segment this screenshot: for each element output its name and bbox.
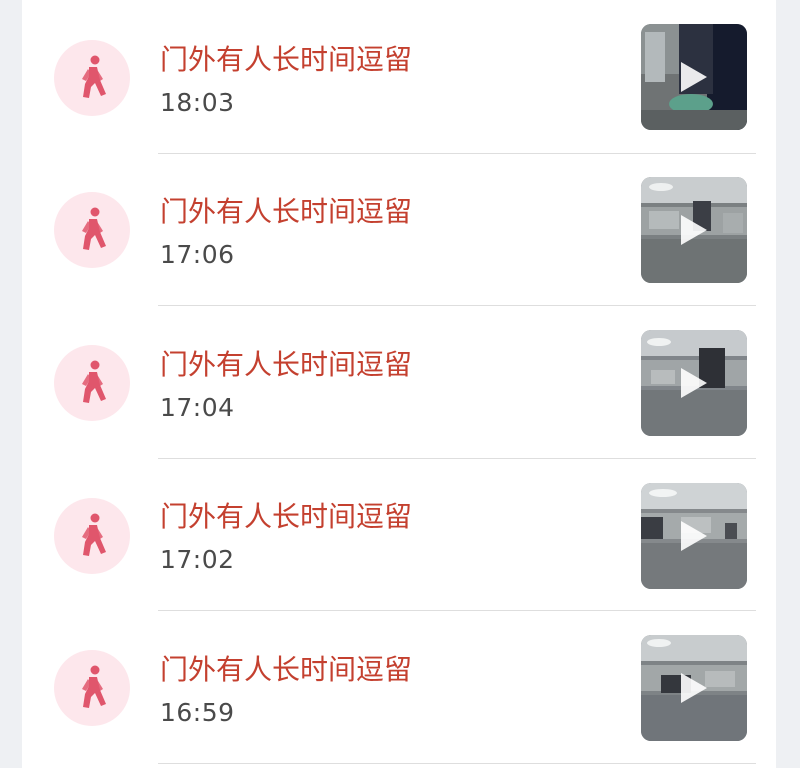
event-type-avatar [54,40,130,116]
walking-person-icon [82,665,106,708]
video-thumbnail[interactable] [641,635,747,741]
event-type-avatar [54,345,130,421]
event-type-avatar [54,192,130,268]
event-item[interactable]: 门外有人长时间逗留 16:59 [22,610,776,764]
video-thumbnail[interactable] [641,330,747,436]
event-title: 门外有人长时间逗留 [160,500,413,533]
event-title: 门外有人长时间逗留 [160,43,413,76]
event-type-avatar [54,498,130,574]
video-thumbnail[interactable] [641,177,747,283]
event-time: 17:02 [160,545,235,574]
walking-person-icon [82,207,106,250]
event-list: 门外有人长时间逗留 18:03 门外有人长时间逗留 17:06 门外有人长时间逗… [22,0,776,768]
event-time: 17:04 [160,393,235,422]
walking-person-icon [82,360,106,403]
play-icon [681,62,707,92]
event-time: 16:59 [160,698,235,727]
event-item[interactable]: 门外有人长时间逗留 18:03 [22,0,776,154]
play-icon [681,215,707,245]
video-thumbnail[interactable] [641,483,747,589]
event-title: 门外有人长时间逗留 [160,195,413,228]
event-title: 门外有人长时间逗留 [160,653,413,686]
event-item[interactable]: 门外有人长时间逗留 17:02 [22,457,776,611]
event-type-avatar [54,650,130,726]
divider [158,763,756,764]
video-thumbnail[interactable] [641,24,747,130]
walking-person-icon [82,55,106,98]
event-time: 18:03 [160,88,235,117]
event-item[interactable]: 门外有人长时间逗留 17:06 [22,152,776,306]
play-icon [681,521,707,551]
play-icon [681,673,707,703]
play-icon [681,368,707,398]
event-item[interactable]: 门外有人长时间逗留 17:04 [22,305,776,459]
walking-person-icon [82,513,106,556]
event-time: 17:06 [160,240,235,269]
event-title: 门外有人长时间逗留 [160,348,413,381]
